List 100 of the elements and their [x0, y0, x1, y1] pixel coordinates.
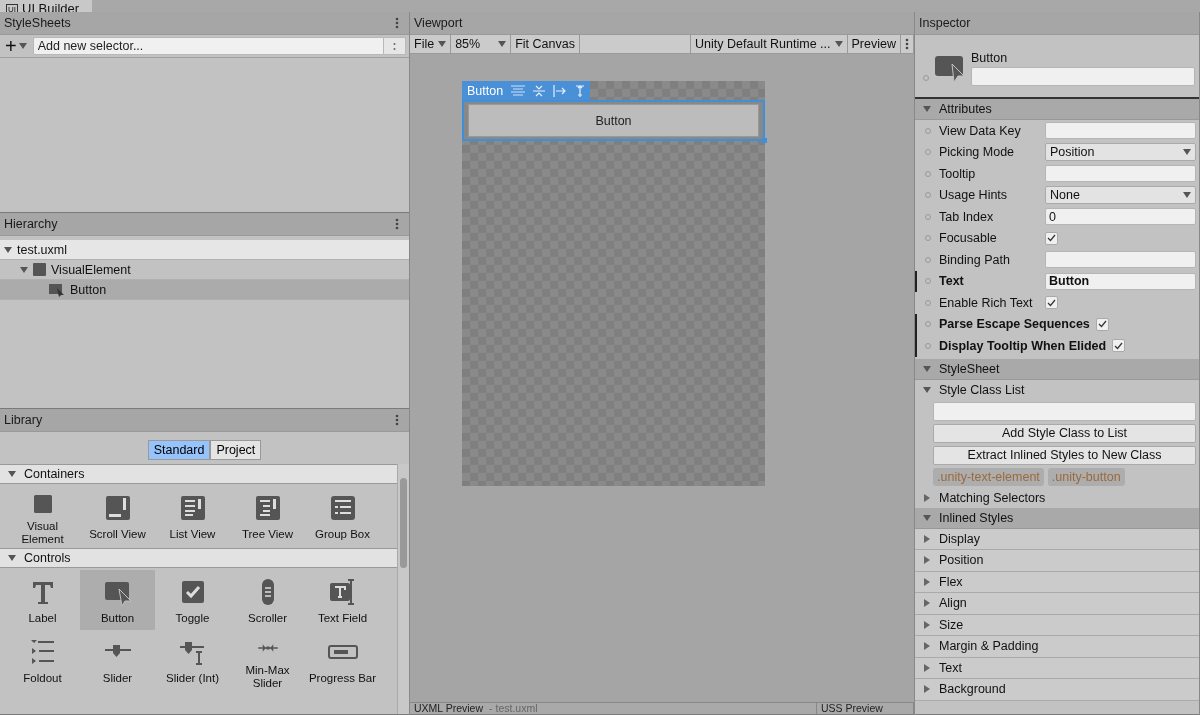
section-header[interactable]: StyleSheet: [915, 358, 1199, 380]
text-field[interactable]: [1045, 251, 1196, 269]
add-button[interactable]: +: [3, 37, 29, 55]
library-item[interactable]: Progress Bar: [305, 630, 380, 690]
checkbox[interactable]: [1112, 339, 1126, 353]
hierarchy-item[interactable]: Button: [0, 280, 409, 300]
library-item[interactable]: Tree View: [230, 486, 305, 546]
selection-label: Button: [467, 83, 504, 98]
class-action-button[interactable]: Add Style Class to List: [933, 423, 1196, 443]
hierarchy-item[interactable]: VisualElement: [0, 260, 409, 280]
name-field[interactable]: [971, 66, 1195, 86]
section-title: StyleSheet: [939, 361, 1000, 376]
dropdown[interactable]: Position: [1045, 143, 1196, 162]
foldout-title: Style Class List: [939, 382, 1025, 397]
library-item[interactable]: Text Field: [305, 570, 380, 630]
resize-handle[interactable]: [762, 138, 767, 143]
library-item[interactable]: Label: [5, 570, 80, 630]
expand-arrow-icon[interactable]: [4, 245, 12, 254]
section-header[interactable]: Containers: [0, 464, 397, 484]
checkbox[interactable]: [1045, 231, 1058, 245]
more-options-icon[interactable]: [395, 17, 399, 29]
dropdown-arrow-icon[interactable]: [438, 40, 447, 48]
expand-arrow-icon[interactable]: [923, 364, 931, 373]
collapse-arrow-icon[interactable]: [923, 556, 931, 565]
class-action-button[interactable]: Extract Inlined Styles to New Class: [933, 445, 1196, 465]
expand-arrow-icon[interactable]: [923, 513, 931, 522]
library-item[interactable]: Toggle: [155, 570, 230, 630]
library-item[interactable]: Slider (Int): [155, 630, 230, 690]
text-field[interactable]: Button: [1045, 272, 1196, 290]
collapse-arrow-icon[interactable]: [923, 620, 931, 629]
library-item[interactable]: Button: [80, 570, 155, 630]
style-foldout[interactable]: Background: [915, 679, 1199, 701]
library-item[interactable]: Scroller: [230, 570, 305, 630]
attribute-label: Usage Hints: [939, 188, 1009, 203]
expand-arrow-icon[interactable]: [8, 470, 16, 478]
element-type: Button: [971, 50, 1009, 65]
foldout-header[interactable]: Matching Selectors: [915, 487, 1199, 508]
section-header[interactable]: Attributes: [915, 99, 1199, 120]
attribute-label: Tooltip: [939, 166, 977, 181]
foldout-title: Matching Selectors: [939, 490, 1046, 505]
library-item[interactable]: Foldout: [5, 630, 80, 690]
attribute-label: Enable Rich Text: [939, 295, 1034, 310]
section-header[interactable]: Controls: [0, 548, 397, 568]
dropdown-arrow-icon[interactable]: [18, 42, 27, 50]
collapse-arrow-icon[interactable]: [923, 663, 931, 672]
cursor-button-icon: [935, 54, 965, 82]
foldout-header[interactable]: Style Class List: [915, 379, 1199, 400]
collapse-arrow-icon[interactable]: [923, 599, 931, 608]
attribute-label: Display Tooltip When Elided: [939, 338, 1107, 353]
style-foldout[interactable]: Align: [915, 593, 1199, 615]
style-foldout[interactable]: Display: [915, 528, 1199, 550]
collapse-arrow-icon[interactable]: [923, 577, 931, 586]
dropdown-arrow-icon[interactable]: [834, 40, 843, 48]
expand-arrow-icon[interactable]: [8, 554, 16, 562]
style-foldout[interactable]: Size: [915, 614, 1199, 636]
expand-arrow-icon[interactable]: [923, 105, 931, 113]
expand-arrow-icon[interactable]: [923, 385, 931, 394]
style-foldout[interactable]: Flex: [915, 571, 1199, 593]
more-options-icon: [393, 41, 396, 51]
checkbox[interactable]: [1095, 317, 1109, 331]
dropdown-arrow-icon[interactable]: [1183, 191, 1191, 200]
style-foldout[interactable]: Position: [915, 550, 1199, 572]
library-tab[interactable]: Project: [210, 440, 262, 460]
checkbox[interactable]: [1045, 296, 1058, 310]
more-options-icon[interactable]: [395, 218, 399, 230]
dropdown-arrow-icon[interactable]: [1183, 148, 1191, 157]
text-field[interactable]: [1045, 122, 1196, 140]
style-foldout[interactable]: Margin & Padding: [915, 636, 1199, 658]
collapse-arrow-icon[interactable]: [923, 642, 931, 651]
class-name-field[interactable]: [933, 401, 1196, 421]
expand-arrow-icon[interactable]: [20, 265, 28, 274]
arrow-right-icon[interactable]: [553, 84, 568, 97]
attribute-label: Picking Mode: [939, 145, 1016, 160]
library-item[interactable]: List View: [155, 486, 230, 546]
scrollbar[interactable]: [397, 464, 409, 714]
attribute-label: Parse Escape Sequences: [939, 317, 1090, 332]
dropdown[interactable]: None: [1045, 186, 1196, 205]
library-item[interactable]: Group Box: [305, 486, 380, 546]
library-item[interactable]: Min-Max Slider: [230, 630, 305, 690]
text-field[interactable]: [1045, 165, 1196, 183]
library-item[interactable]: Visual Element: [5, 486, 80, 546]
collapse-arrow-icon[interactable]: [923, 493, 931, 502]
style-foldout[interactable]: Text: [915, 657, 1199, 679]
square-icon: [33, 263, 46, 276]
dropdown-arrow-icon[interactable]: [498, 40, 507, 48]
selector-field[interactable]: Add new selector...: [32, 37, 384, 55]
section-header[interactable]: Inlined Styles: [915, 507, 1199, 529]
collapse-arrow-icon[interactable]: [923, 685, 931, 694]
library-item[interactable]: Slider: [80, 630, 155, 690]
collapse-arrow-icon[interactable]: [923, 534, 931, 543]
library-tab[interactable]: Standard: [147, 440, 211, 460]
library-item[interactable]: Scroll View: [80, 486, 155, 546]
text-field[interactable]: 0: [1045, 208, 1196, 226]
section-title: Attributes: [939, 102, 992, 116]
more-options-icon[interactable]: [395, 414, 399, 426]
vertical-compress-icon[interactable]: [533, 84, 546, 97]
hierarchy-item[interactable]: test.uxml: [0, 240, 409, 260]
text-height-icon[interactable]: [575, 84, 586, 97]
canvas-button[interactable]: Button: [468, 104, 759, 137]
cursor-button-icon: [49, 282, 65, 297]
